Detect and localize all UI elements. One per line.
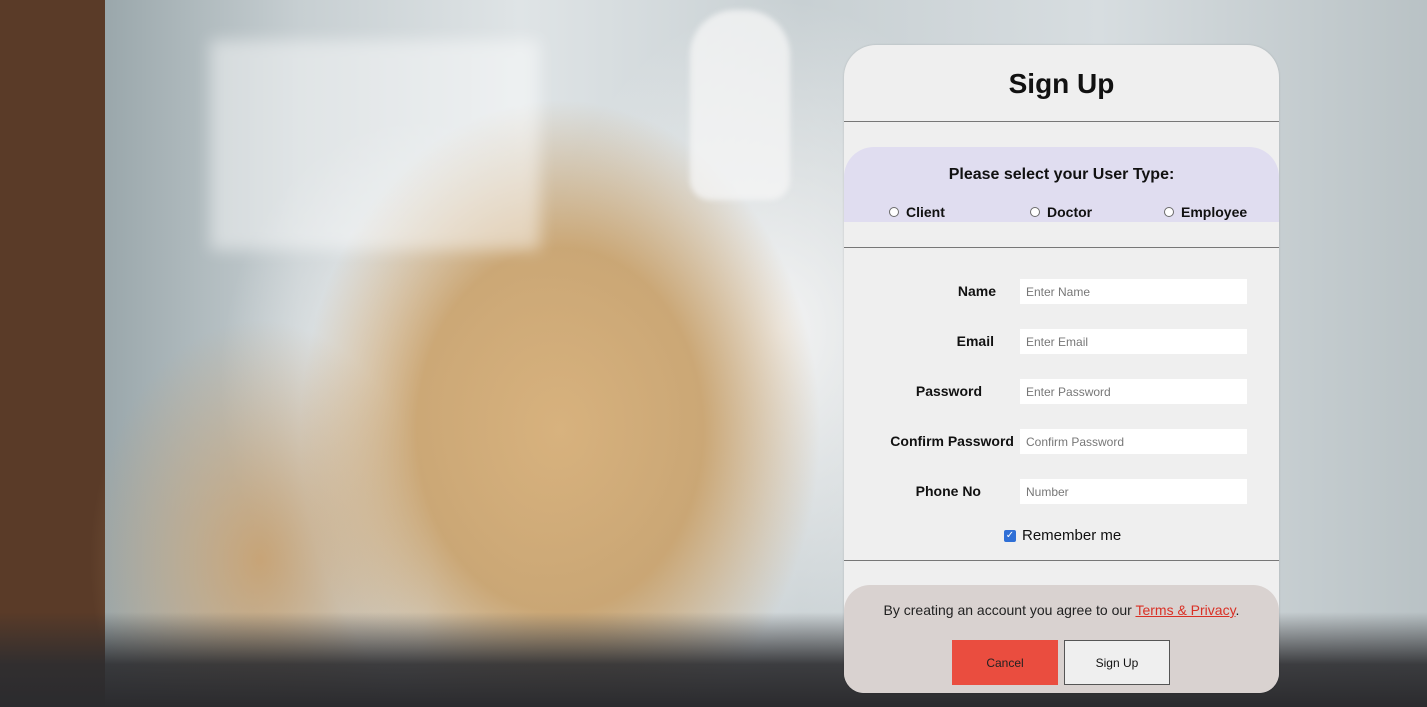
background-window <box>210 40 540 250</box>
radio-doctor[interactable]: Doctor <box>1030 204 1092 220</box>
signup-card: Sign Up Please select your User Type: Cl… <box>844 45 1279 693</box>
radio-client[interactable]: Client <box>889 204 945 220</box>
background-person <box>690 10 790 200</box>
divider <box>844 121 1279 122</box>
name-row: Name <box>844 279 1279 305</box>
terms-text: By creating an account you agree to our … <box>844 602 1279 618</box>
remember-me-label: Remember me <box>1022 527 1122 544</box>
page-title: Sign Up <box>1008 68 1115 99</box>
remember-me[interactable]: ✓ Remember me <box>1004 527 1121 544</box>
confirm-password-field[interactable] <box>1020 429 1247 454</box>
radio-label: Employee <box>1181 204 1248 220</box>
password-field[interactable] <box>1020 379 1247 404</box>
email-label: Email <box>956 333 994 349</box>
user-type-radio-group: Client Doctor Employee <box>844 204 1279 224</box>
user-type-prompt: Please select your User Type: <box>948 166 1175 183</box>
radio-label: Client <box>906 204 945 220</box>
phone-row: Phone No <box>844 479 1279 505</box>
password-label: Password <box>915 383 982 399</box>
form-fields: Name Email Password Confirm Password Pho… <box>844 248 1279 560</box>
terms-prefix: By creating an account you agree to our <box>883 602 1136 618</box>
radio-circle-icon[interactable] <box>889 207 899 217</box>
name-label: Name <box>957 283 996 299</box>
email-field[interactable] <box>1020 329 1247 354</box>
signup-page: Sign Up Please select your User Type: Cl… <box>0 0 1427 707</box>
radio-label: Doctor <box>1047 204 1093 220</box>
radio-circle-icon[interactable] <box>1030 207 1040 217</box>
radio-circle-icon[interactable] <box>1164 207 1174 217</box>
checkbox-checked-icon[interactable]: ✓ <box>1004 529 1016 542</box>
terms-privacy-link[interactable]: Terms & Privacy <box>1135 602 1235 618</box>
name-field[interactable] <box>1020 279 1247 304</box>
password-row: Password <box>844 379 1279 405</box>
sign-up-button[interactable]: Sign Up <box>1064 640 1170 685</box>
email-row: Email <box>844 329 1279 355</box>
signup-footer: By creating an account you agree to our … <box>844 585 1279 693</box>
phone-label: Phone No <box>915 483 981 499</box>
phone-field[interactable] <box>1020 479 1247 504</box>
divider <box>844 560 1279 561</box>
cancel-button[interactable]: Cancel <box>952 640 1058 685</box>
radio-employee[interactable]: Employee <box>1164 204 1247 220</box>
terms-suffix: . <box>1235 602 1240 618</box>
confirm-password-row: Confirm Password <box>844 429 1279 455</box>
user-type-section: Please select your User Type: Client Doc… <box>844 147 1279 222</box>
confirm-password-label: Confirm Password <box>890 433 1014 449</box>
